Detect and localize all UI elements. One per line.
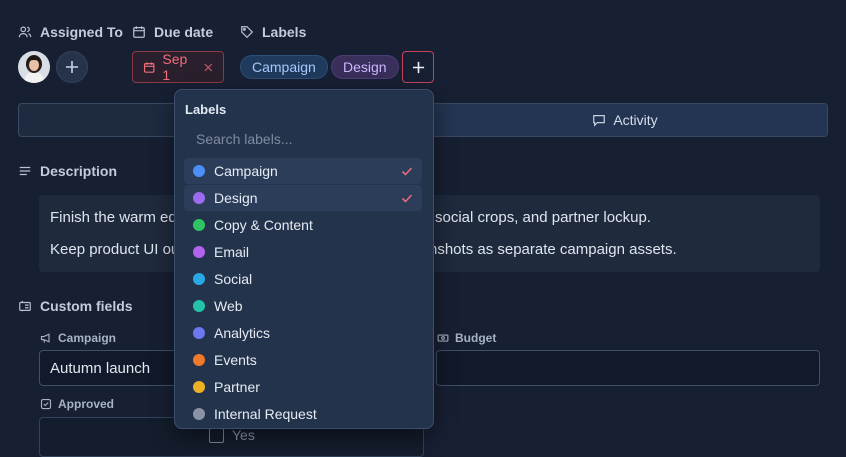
approved-option[interactable]: Yes [209, 427, 255, 443]
label-pill-campaign[interactable]: Campaign [240, 55, 328, 79]
label-option-text: Web [214, 298, 243, 314]
description-header: Description [18, 163, 117, 179]
label-option-partner[interactable]: Partner [184, 374, 422, 400]
custom-fields-label: Custom fields [40, 298, 133, 314]
avatar[interactable] [18, 51, 50, 83]
due-date-header: Due date [132, 24, 213, 40]
label-option-text: Internal Request [214, 406, 317, 422]
approved-option-label: Yes [232, 427, 255, 443]
label-option-text: Analytics [214, 325, 271, 341]
label-option-text: Events [214, 352, 257, 368]
plus-icon [66, 61, 78, 73]
label-pill-text: Design [343, 59, 387, 75]
add-label-button[interactable] [402, 51, 434, 83]
approved-checkbox[interactable] [209, 427, 224, 443]
description-line1-left: Finish the warm ed [50, 209, 177, 226]
megaphone-icon [40, 333, 50, 343]
budget-field[interactable] [436, 350, 820, 386]
budget-field-label: Budget [437, 331, 496, 345]
label-option-text: Email [214, 244, 250, 260]
label-color-dot [193, 192, 205, 204]
campaign-label-text: Campaign [58, 331, 117, 345]
due-date-label: Due date [154, 24, 214, 40]
text-lines-icon [19, 166, 31, 176]
label-option-events[interactable]: Events [184, 347, 422, 373]
approved-field-label: Approved [40, 397, 114, 411]
labels-dropdown: Labels Search labels... Campaign Design Co… [174, 89, 434, 429]
label-option-text: Design [214, 190, 258, 206]
label-color-dot [193, 354, 205, 366]
add-assignee-button[interactable] [56, 51, 88, 83]
description-line2-right: nshots as separate campaign assets. [429, 241, 677, 258]
labels-search-input[interactable]: Search labels... [196, 131, 416, 147]
description-label: Description [40, 163, 118, 179]
label-option-text: Campaign [214, 163, 278, 179]
label-color-dot [193, 408, 205, 420]
check-icon [401, 167, 413, 176]
label-option-campaign[interactable]: Campaign [184, 158, 422, 184]
label-option-text: Social [214, 271, 253, 287]
label-pill-design[interactable]: Design [331, 55, 399, 79]
check-icon [401, 194, 413, 203]
campaign-field-value: Autumn launch [50, 359, 151, 377]
budget-label-text: Budget [455, 331, 497, 345]
campaign-field-label: Campaign [40, 331, 116, 345]
due-date-chip[interactable]: Sep 1 [132, 51, 224, 83]
label-option-text: Copy & Content [214, 217, 313, 233]
calendar-icon [143, 61, 155, 73]
label-color-dot [193, 273, 205, 285]
label-option-analytics[interactable]: Analytics [184, 320, 422, 346]
users-icon [18, 26, 32, 38]
labels-label: Labels [262, 24, 307, 40]
label-option-text: Partner [214, 379, 260, 395]
label-pill-text: Campaign [252, 59, 316, 75]
tab-activity-label: Activity [613, 112, 658, 128]
label-color-dot [193, 381, 205, 393]
label-option-social[interactable]: Social [184, 266, 422, 292]
label-option-design[interactable]: Design [184, 185, 422, 211]
avatar-image [18, 51, 50, 83]
description-line1-right: social crops, and partner lockup. [435, 209, 651, 226]
tag-icon [241, 26, 254, 39]
fields-icon [19, 300, 31, 312]
labels-header: Labels [240, 24, 306, 40]
checkbox-icon [40, 398, 52, 410]
label-option-web[interactable]: Web [184, 293, 422, 319]
label-color-dot [193, 327, 205, 339]
labels-dropdown-title: Labels [185, 102, 227, 117]
tab-activity[interactable]: Activity [423, 104, 827, 136]
plus-icon [412, 61, 424, 73]
label-option-internal-request[interactable]: Internal Request [184, 401, 422, 427]
label-color-dot [193, 219, 205, 231]
comment-icon [593, 115, 606, 127]
label-option-email[interactable]: Email [184, 239, 422, 265]
description-line2-left: Keep product UI ou [50, 241, 180, 258]
label-color-dot [193, 300, 205, 312]
money-icon [437, 334, 449, 342]
label-option-copy-content[interactable]: Copy & Content [184, 212, 422, 238]
assigned-to-label: Assigned To [40, 24, 123, 40]
custom-fields-header: Custom fields [18, 298, 133, 314]
calendar-icon [133, 26, 145, 38]
assigned-to-header: Assigned To [18, 24, 123, 40]
label-color-dot [193, 165, 205, 177]
clear-date-icon[interactable] [204, 63, 213, 72]
label-color-dot [193, 246, 205, 258]
due-date-value: Sep 1 [162, 51, 188, 83]
approved-label-text: Approved [58, 397, 115, 411]
